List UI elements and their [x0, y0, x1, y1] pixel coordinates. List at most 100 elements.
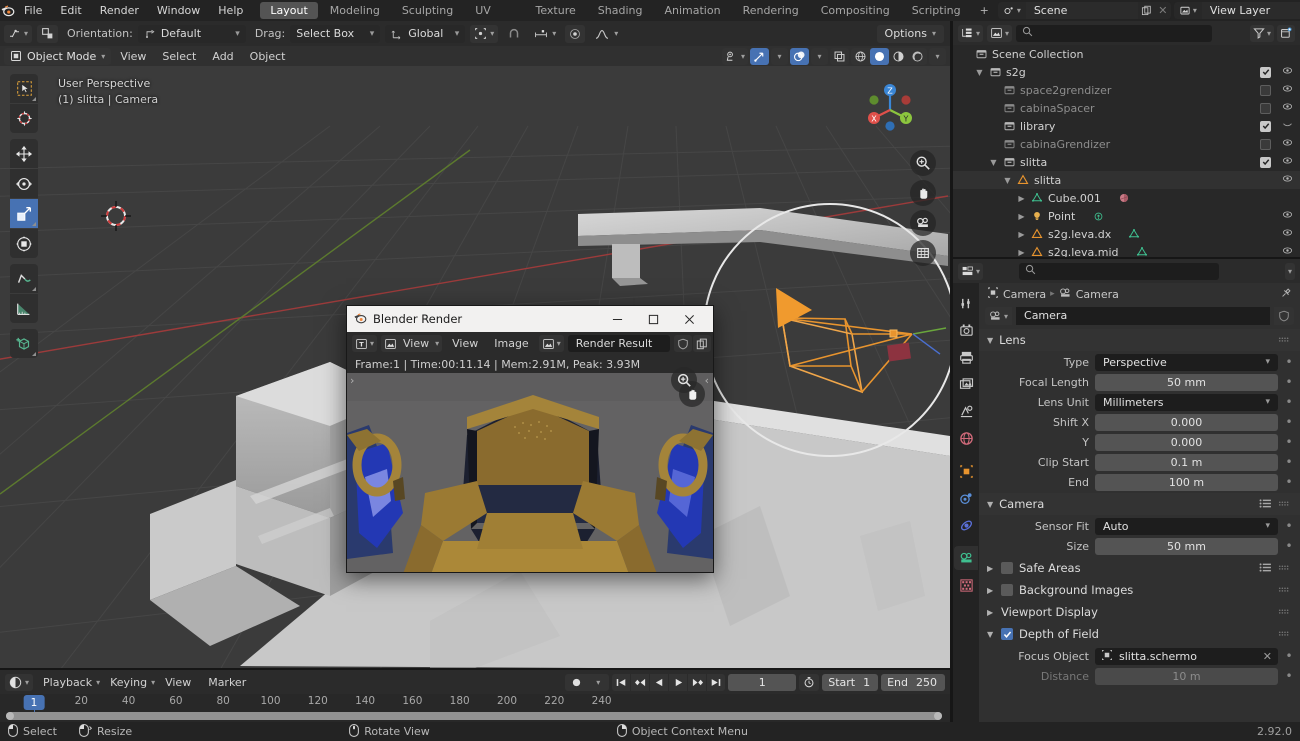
tool-tab[interactable] — [954, 291, 978, 315]
maximize-icon[interactable] — [635, 306, 671, 332]
region-separator-horizontal[interactable] — [953, 257, 1300, 259]
dof-panel-header[interactable]: ▼ Depth of Field — [979, 623, 1300, 645]
timeline-scrollbar[interactable] — [6, 712, 942, 720]
distance-field[interactable]: 10 m — [1095, 667, 1278, 685]
previous-keyframe-button[interactable] — [631, 673, 650, 691]
outliner-row-label[interactable]: cabinaSpacer — [1018, 102, 1095, 115]
region-separator-timeline[interactable] — [0, 668, 950, 670]
timeline-ruler[interactable]: 20 40 60 80 100 120 140 160 180 200 220 240 1 — [0, 694, 950, 720]
play-reverse-button[interactable] — [650, 673, 669, 691]
menu-edit[interactable]: Edit — [51, 0, 90, 21]
outliner-row-label[interactable]: space2grendizer — [1018, 84, 1111, 97]
shield-icon[interactable] — [673, 335, 692, 352]
outliner-row[interactable]: ▼ slitta — [953, 153, 1300, 171]
breadcrumb-object-label[interactable]: Camera — [1003, 288, 1046, 301]
material-preview-shading-button[interactable] — [889, 48, 908, 65]
duplicate-icon[interactable] — [692, 335, 711, 352]
animate-property-dot[interactable]: • — [1284, 476, 1294, 488]
timeline-menu-marker[interactable]: Marker — [201, 674, 253, 691]
collection-exclude-checkbox[interactable] — [1260, 120, 1271, 132]
scene-icon[interactable]: ▾ — [997, 2, 1026, 19]
proportional-edit-icon[interactable] — [565, 24, 586, 43]
close-icon[interactable] — [671, 306, 707, 332]
focal-length-field[interactable]: 50 mm — [1095, 373, 1278, 391]
hide-in-viewport-icon[interactable] — [1281, 137, 1294, 151]
image-datablock-icon[interactable]: ▾ — [538, 335, 564, 352]
move-tool[interactable] — [10, 139, 38, 168]
options-dropdown[interactable]: Options ▾ — [876, 24, 944, 43]
collapsed-panel-header[interactable]: ▶ Background Images — [979, 579, 1300, 601]
animate-property-dot[interactable]: • — [1284, 670, 1294, 682]
camera-data-tab[interactable] — [954, 546, 978, 570]
outliner-row-label[interactable]: s2g.leva.dx — [1046, 228, 1111, 241]
transform-orientation-dropdown[interactable]: Global ▾ — [385, 24, 466, 43]
type-dropdown[interactable]: Perspective ▾ — [1095, 353, 1278, 371]
viewport-menu-select[interactable]: Select — [155, 48, 203, 65]
image-editor-mode-dropdown[interactable]: View ▾ — [381, 335, 443, 352]
clear-focus-object-icon[interactable]: ✕ — [1263, 650, 1272, 663]
minimize-icon[interactable] — [599, 306, 635, 332]
add-cube-tool[interactable] — [10, 329, 38, 358]
lens-panel-header[interactable]: ▼ Lens — [979, 329, 1300, 351]
outliner-row-label[interactable]: Cube.001 — [1046, 192, 1101, 205]
shading-dropdown[interactable]: ▾ — [929, 47, 946, 65]
object-visibility-icon[interactable]: ▾ — [721, 47, 748, 65]
animate-property-dot[interactable]: • — [1284, 650, 1294, 662]
zoom-view-icon[interactable] — [910, 150, 936, 176]
lens-unit-dropdown[interactable]: Millimeters ▾ — [1095, 393, 1278, 411]
pin-icon[interactable] — [1280, 287, 1292, 302]
collection-exclude-checkbox[interactable] — [1260, 102, 1271, 114]
outliner-row-label[interactable]: Scene Collection — [990, 48, 1083, 61]
mesh-data-icon[interactable] — [1125, 228, 1143, 240]
dof-checkbox[interactable] — [1001, 628, 1013, 640]
outliner-row[interactable]: ▶ Cube.001 — [953, 189, 1300, 207]
gizmo-icon[interactable] — [750, 47, 769, 65]
pivot-center-icon[interactable]: ▾ — [470, 24, 499, 43]
scene-name[interactable]: Scene — [1025, 2, 1138, 19]
scene-tab[interactable] — [954, 399, 978, 423]
pivot-point-icon[interactable] — [37, 24, 59, 43]
workspace-tab-modeling[interactable]: Modeling — [320, 2, 390, 19]
new-collection-icon[interactable] — [1277, 24, 1295, 42]
chevron-right-icon[interactable]: ▶ — [1015, 194, 1028, 203]
funnel-icon[interactable]: ▾ — [1249, 24, 1274, 42]
pan-view-icon[interactable] — [910, 180, 936, 206]
outliner-row[interactable]: ▼ slitta — [953, 171, 1300, 189]
animate-property-dot[interactable]: • — [1284, 436, 1294, 448]
outliner-search-field[interactable] — [1038, 26, 1207, 40]
orientation-dropdown[interactable]: Default ▾ — [137, 24, 246, 43]
collapsed-panel-header[interactable]: ▶ Safe Areas — [979, 557, 1300, 579]
animate-property-dot[interactable]: • — [1284, 416, 1294, 428]
filter-id-icon[interactable]: ▾ — [987, 24, 1013, 42]
outliner-row[interactable]: ▶ s2g.leva.dx — [953, 225, 1300, 243]
outliner-row-label[interactable]: s2g — [1004, 66, 1026, 79]
chevron-down-icon[interactable]: ▼ — [973, 68, 986, 77]
outliner-row[interactable]: ▶ Point — [953, 207, 1300, 225]
physics-tab[interactable] — [954, 513, 978, 537]
material-icon[interactable] — [1115, 192, 1133, 204]
properties-search-field[interactable] — [1040, 264, 1213, 278]
outliner-row-label[interactable]: Point — [1046, 210, 1075, 223]
scrollbar-knob-right[interactable] — [934, 712, 942, 720]
tweak-select-box-tool[interactable] — [10, 74, 38, 103]
outliner-row[interactable]: cabinaSpacer — [953, 99, 1300, 117]
editor-type-icon[interactable]: T ▾ — [352, 335, 378, 352]
view-layer-selector[interactable]: ▾ View Layer ✕ — [1173, 2, 1300, 19]
snap-magnet-icon[interactable] — [503, 25, 525, 43]
collection-exclude-checkbox[interactable] — [1260, 66, 1271, 78]
stopwatch-icon[interactable] — [799, 673, 820, 691]
workspace-tab-rendering[interactable]: Rendering — [733, 2, 809, 19]
animate-property-dot[interactable]: • — [1284, 396, 1294, 408]
chevron-right-icon[interactable]: ▶ — [1015, 248, 1028, 257]
workspace-tab-texture-paint[interactable]: Texture Paint — [526, 2, 586, 34]
snap-to-dropdown[interactable]: ▾ — [530, 25, 560, 43]
workspace-tab-uv-editing[interactable]: UV Editing — [465, 2, 523, 34]
outliner-row[interactable]: cabinaGrendizer — [953, 135, 1300, 153]
render-result-name[interactable]: Render Result — [567, 335, 670, 352]
jump-to-start-button[interactable] — [612, 673, 631, 691]
zoom-icon[interactable] — [671, 367, 697, 393]
animate-property-dot[interactable]: • — [1284, 540, 1294, 552]
modifier-tab[interactable] — [954, 486, 978, 510]
hide-in-viewport-icon[interactable] — [1281, 119, 1294, 133]
outliner-tree[interactable]: Scene Collection ▼ s2g space2grendizer cabin… — [953, 45, 1300, 259]
